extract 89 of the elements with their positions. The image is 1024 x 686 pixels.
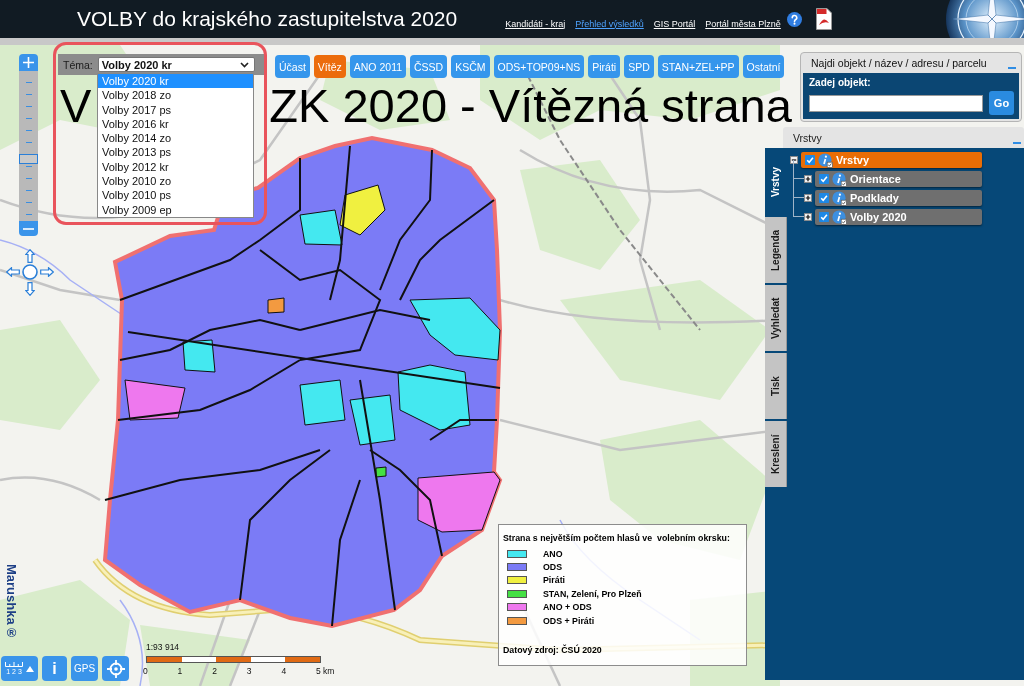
district-area[interactable] xyxy=(349,394,396,446)
brand-logo-text: Marushka® xyxy=(4,564,19,640)
layers-panel-title: Vrstvy xyxy=(793,131,822,144)
scale-label: 2 xyxy=(212,666,217,676)
checkbox[interactable] xyxy=(819,174,829,184)
arrow-right-icon[interactable] xyxy=(40,267,54,277)
info-icon[interactable] xyxy=(818,152,833,168)
district-area[interactable] xyxy=(417,471,501,533)
chevron-down-icon xyxy=(240,61,249,68)
search-input[interactable] xyxy=(809,94,983,112)
field-label: Zadej objekt: xyxy=(809,77,872,88)
expand-icon[interactable] xyxy=(804,194,812,202)
scale-label: 5 km xyxy=(316,666,335,676)
minus-icon xyxy=(23,227,34,230)
scale-label: 4 xyxy=(281,666,287,676)
zoom-out-button[interactable] xyxy=(19,221,38,236)
legend-label: STAN, Zelení, Pro Plzeň xyxy=(543,588,642,599)
go-button[interactable]: Go xyxy=(989,91,1014,115)
district-area[interactable] xyxy=(409,297,501,361)
header-link[interactable]: GIS Portál xyxy=(653,18,696,29)
dropdown-option[interactable]: Volby 2010 ps xyxy=(98,188,253,203)
dropdown-option[interactable]: Volby 2014 zo xyxy=(98,131,253,146)
help-icon[interactable] xyxy=(786,11,802,27)
collapse-icon[interactable] xyxy=(790,156,798,164)
arrow-up-icon[interactable] xyxy=(25,249,35,263)
legend-label: ODS xyxy=(543,562,563,573)
side-tab[interactable]: Vyhledat xyxy=(765,285,787,351)
district-area[interactable] xyxy=(124,379,186,421)
ruler-icon xyxy=(5,661,23,667)
legend-title: Strana s největším počtem hlasů ve volebním okrsku: xyxy=(503,533,731,543)
layer-label: Vrstvy xyxy=(836,154,870,166)
dropdown-option[interactable]: Volby 2013 ps xyxy=(98,145,253,160)
legend-label: Piráti xyxy=(543,575,565,586)
caret-up-icon xyxy=(26,665,34,672)
crosshair-icon xyxy=(106,659,125,678)
layer-label: Volby 2020 xyxy=(850,211,907,223)
theme-label: Téma: xyxy=(63,58,93,71)
scale-label: 3 xyxy=(246,666,252,676)
district-area[interactable] xyxy=(267,297,285,314)
layer-label: Orientace xyxy=(850,173,901,185)
map-title: ZK 2020 - Vítězná strana xyxy=(269,82,792,129)
scale-ratio: 1:93 914 xyxy=(146,642,181,652)
dropdown-option[interactable]: Volby 2017 ps xyxy=(98,102,253,117)
side-tab[interactable]: Legenda xyxy=(765,217,787,283)
info-icon[interactable] xyxy=(832,171,847,187)
dropdown-option[interactable]: Volby 2018 zo xyxy=(98,88,253,103)
search-panel-title: Najdi objekt / název / adresu / parcelu xyxy=(811,57,987,69)
zoom-slider-thumb[interactable] xyxy=(19,153,38,164)
info-icon[interactable] xyxy=(832,190,847,206)
expand-icon[interactable] xyxy=(804,213,812,221)
theme-select[interactable]: Volby 2020 kr xyxy=(97,57,255,72)
legend-label: ANO + ODS xyxy=(543,602,592,613)
side-tab[interactable]: Kreslení xyxy=(765,421,787,487)
checkbox[interactable] xyxy=(819,212,829,222)
arrow-left-icon[interactable] xyxy=(6,267,20,277)
layer-row[interactable]: Volby 2020 xyxy=(815,209,982,225)
district-area[interactable] xyxy=(339,184,386,236)
data-source-note: Datový zdroj: ČSÚ 2020 xyxy=(503,645,603,656)
legend-label: ODS + Piráti xyxy=(543,615,595,626)
scale-label: 0 xyxy=(143,666,148,676)
district-area[interactable] xyxy=(299,209,343,246)
legend-label: ANO xyxy=(543,548,563,559)
header-link[interactable]: Přehled výsledků xyxy=(575,18,644,29)
expand-icon[interactable] xyxy=(804,175,812,183)
app-title: VOLBY do krajského zastupitelstva 2020 xyxy=(77,7,458,31)
header-link[interactable]: Portál města Plzně xyxy=(705,18,781,29)
layer-label: Podklady xyxy=(850,192,899,204)
document-icon[interactable] xyxy=(815,8,832,30)
header-link[interactable]: Kandidáti - kraj xyxy=(505,18,566,29)
layer-row[interactable]: Orientace xyxy=(815,171,982,187)
layer-row[interactable]: Podklady xyxy=(815,190,982,206)
map-title: V xyxy=(60,82,92,129)
circle-icon[interactable] xyxy=(22,264,38,280)
district-area[interactable] xyxy=(375,466,387,478)
checkbox[interactable] xyxy=(819,193,829,203)
zoom-in-button[interactable] xyxy=(19,54,38,71)
scale-label: 1 xyxy=(177,666,183,676)
plus-icon xyxy=(23,57,34,68)
district-boundary-line xyxy=(429,419,498,441)
dropdown-option[interactable]: Volby 2016 kr xyxy=(98,116,253,132)
checkbox[interactable] xyxy=(805,155,815,165)
locate-button[interactable] xyxy=(102,656,129,681)
dropdown-option[interactable]: Volby 2010 zo xyxy=(98,174,253,189)
arrow-down-icon[interactable] xyxy=(25,281,35,296)
dropdown-option[interactable]: Volby 2009 ep xyxy=(98,202,253,217)
info-icon[interactable] xyxy=(832,209,847,225)
dropdown-option[interactable]: Volby 2012 kr xyxy=(98,159,253,175)
side-tab[interactable]: Tisk xyxy=(765,353,787,419)
district-area[interactable] xyxy=(299,379,346,426)
